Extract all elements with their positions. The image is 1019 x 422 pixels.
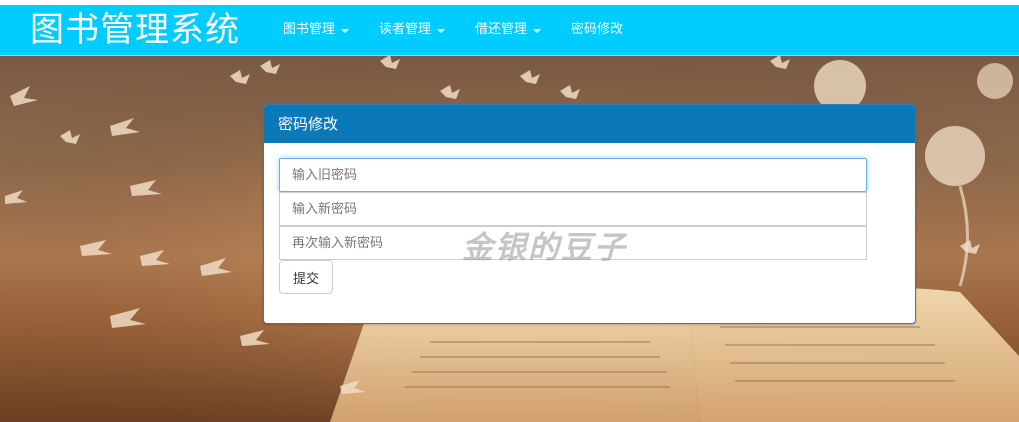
nav-item-borrow-return[interactable]: 借还管理 bbox=[460, 5, 556, 55]
submit-button[interactable]: 提交 bbox=[279, 260, 333, 294]
nav-item-label: 借还管理 bbox=[475, 22, 528, 37]
navbar: 图书管理系统 图书管理 读者管理 借还管理 密码修改 bbox=[0, 5, 1019, 56]
nav-item-change-password[interactable]: 密码修改 bbox=[556, 5, 638, 55]
change-password-form: 提交 金银的豆子 bbox=[279, 158, 867, 294]
panel-title: 密码修改 bbox=[264, 105, 915, 143]
change-password-panel: 密码修改 提交 金银的豆子 bbox=[263, 104, 916, 324]
main-nav: 图书管理 读者管理 借还管理 密码修改 bbox=[268, 5, 638, 55]
confirm-password-input[interactable] bbox=[279, 226, 867, 260]
caret-down-icon bbox=[341, 29, 350, 33]
nav-item-book-management[interactable]: 图书管理 bbox=[268, 5, 364, 55]
old-password-input[interactable] bbox=[279, 158, 867, 192]
new-password-input[interactable] bbox=[279, 192, 867, 226]
nav-item-label: 密码修改 bbox=[571, 22, 624, 37]
app-title[interactable]: 图书管理系统 bbox=[30, 10, 240, 50]
nav-item-label: 读者管理 bbox=[379, 22, 432, 37]
nav-item-reader-management[interactable]: 读者管理 bbox=[364, 5, 460, 55]
caret-down-icon bbox=[533, 29, 542, 33]
nav-item-label: 图书管理 bbox=[283, 22, 336, 37]
caret-down-icon bbox=[437, 29, 446, 33]
